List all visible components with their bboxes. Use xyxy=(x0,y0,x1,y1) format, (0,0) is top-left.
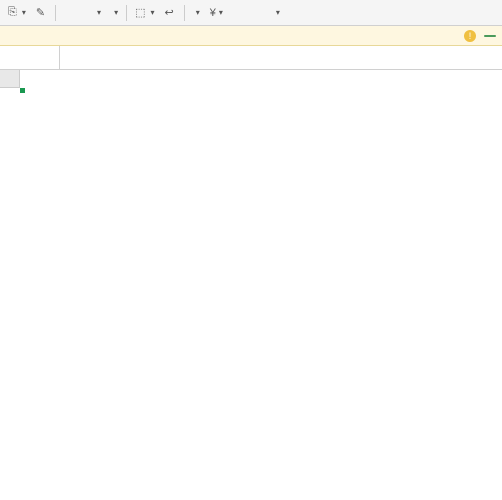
warning-icon: ! xyxy=(464,30,476,42)
name-box[interactable] xyxy=(0,46,60,69)
update-notice-bar: ! xyxy=(0,26,502,46)
selection-box xyxy=(20,88,24,92)
type-convert-button[interactable]: ▾ xyxy=(269,7,284,18)
decimal-inc-button[interactable] xyxy=(249,12,257,14)
separator xyxy=(126,5,127,21)
font-color-button[interactable]: ▾ xyxy=(90,7,105,18)
format-painter-button[interactable]: ✎ xyxy=(32,5,51,20)
comma-button[interactable] xyxy=(239,12,247,14)
currency-button[interactable]: ¥▾ xyxy=(206,6,227,20)
wrap-text-button[interactable]: ↩ xyxy=(161,5,180,20)
copy-button[interactable]: ⎘▾ xyxy=(4,5,30,20)
update-button[interactable] xyxy=(484,35,496,37)
merge-icon: ⬚ xyxy=(135,6,145,19)
merge-center-button[interactable]: ⬚▾ xyxy=(131,5,158,20)
borders-button[interactable]: ▾ xyxy=(107,7,122,18)
separator xyxy=(55,5,56,21)
separator xyxy=(184,5,185,21)
bold-button[interactable] xyxy=(60,12,68,14)
column-header-row xyxy=(0,70,502,88)
underline-button[interactable] xyxy=(80,12,88,14)
formula-bar xyxy=(0,46,502,70)
ribbon-toolbar: ⎘▾ ✎ ▾ ▾ ⬚▾ ↩ ▾ ¥▾ ▾ xyxy=(0,0,502,26)
wrap-icon: ↩ xyxy=(165,6,174,19)
percent-button[interactable] xyxy=(229,12,237,14)
number-format-select[interactable]: ▾ xyxy=(189,7,204,18)
decimal-dec-button[interactable] xyxy=(259,12,267,14)
italic-button[interactable] xyxy=(70,12,78,14)
select-all-corner[interactable] xyxy=(0,70,20,88)
brush-icon: ✎ xyxy=(36,6,45,19)
copy-icon: ⎘ xyxy=(8,6,17,19)
